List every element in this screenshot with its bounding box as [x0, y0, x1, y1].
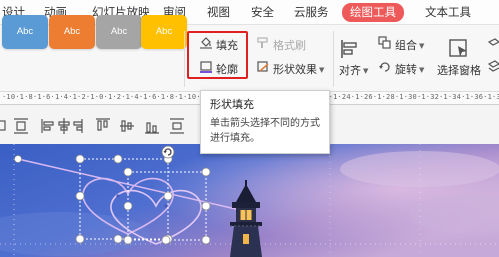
selection-pane-label: 选择窗格: [437, 64, 481, 77]
chevron-down-icon: ▼: [363, 67, 369, 75]
rotate-button[interactable]: 旋转 ▼: [378, 60, 424, 78]
arrange-icon[interactable]: [487, 38, 499, 82]
group-button[interactable]: 组合 ▼: [378, 36, 424, 54]
slide-canvas[interactable]: [0, 144, 499, 257]
chevron-down-icon: ▼: [419, 66, 425, 74]
highlight-box: [187, 31, 248, 79]
shape-style-blue[interactable]: Abc: [2, 15, 48, 49]
align-label: 对齐: [339, 64, 361, 77]
ribbon-divider: [333, 31, 334, 87]
format-painter-label: 格式刷: [273, 39, 306, 52]
tab-drawing-tools[interactable]: 绘图工具: [342, 3, 404, 22]
shape-effects-icon: [256, 60, 270, 80]
format-painter-button[interactable]: 格式刷: [256, 36, 306, 54]
shape-style-orange[interactable]: Abc: [49, 15, 95, 49]
shape-effects-button[interactable]: 形状效果 ▼: [256, 60, 324, 78]
tab-cloud-service[interactable]: 云服务: [294, 4, 329, 21]
align-button[interactable]: 对齐 ▼: [339, 62, 368, 80]
selection-pane-button[interactable]: 选择窗格: [437, 62, 481, 80]
shape-effects-label: 形状效果: [273, 63, 317, 76]
tooltip-description: 单击箭头选择不同的方式进行填充。: [210, 118, 320, 144]
group-icon: [378, 36, 392, 56]
tab-view[interactable]: 视图: [207, 4, 230, 21]
ribbon-divider: [184, 31, 185, 87]
selection-pane-icon-button[interactable]: [447, 38, 471, 64]
shape-style-gold[interactable]: Abc: [141, 15, 187, 49]
alignment-toolbar-icons: [0, 118, 184, 134]
chevron-down-icon: ▼: [319, 66, 325, 74]
tooltip-title: 形状填充: [210, 98, 254, 111]
rotate-icon: [378, 60, 392, 80]
rotate-label: 旋转: [395, 63, 417, 76]
tab-security[interactable]: 安全: [251, 4, 274, 21]
rotate-handle-icon[interactable]: [161, 144, 175, 163]
shape-style-gray[interactable]: Abc: [96, 15, 142, 49]
shape-fill-tooltip: 形状填充 单击箭头选择不同的方式进行填充。: [200, 90, 330, 154]
tab-text-tools[interactable]: 文本工具: [425, 4, 471, 21]
format-painter-icon: [256, 36, 270, 56]
align-icon-button[interactable]: [338, 38, 360, 64]
group-label: 组合: [395, 39, 417, 52]
slide-image: [0, 144, 499, 257]
chevron-down-icon: ▼: [419, 42, 425, 50]
